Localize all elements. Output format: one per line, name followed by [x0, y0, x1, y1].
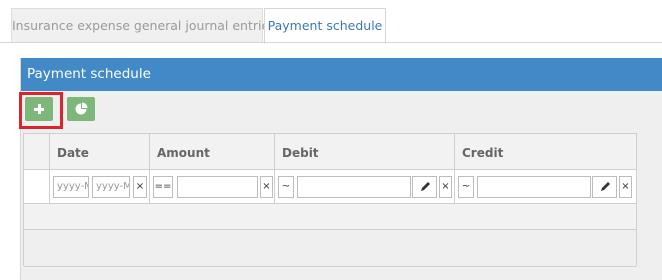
- amount-filter-input[interactable]: [177, 176, 258, 198]
- add-button[interactable]: [25, 97, 53, 121]
- pencil-icon: [601, 182, 610, 191]
- date-filter-cell: yyyy-MM-dd yyyy-MM-dd ×: [50, 170, 150, 204]
- pencil-icon: [421, 182, 430, 191]
- column-header-date[interactable]: Date: [50, 134, 150, 170]
- row-selector-filter: [24, 170, 50, 204]
- date-from-input[interactable]: yyyy-MM-dd: [53, 176, 89, 198]
- chart-button[interactable]: [67, 97, 95, 121]
- tab-bar: Insurance expense general journal entrie…: [0, 0, 662, 44]
- debit-clear-button[interactable]: ×: [439, 176, 452, 198]
- tab-insurance-expense-journal-entries[interactable]: Insurance expense general journal entrie…: [11, 8, 276, 43]
- debit-filter-input[interactable]: [297, 176, 411, 198]
- grid-header-row: Date Amount Debit Credit: [24, 134, 636, 170]
- column-header-amount[interactable]: Amount: [150, 134, 275, 170]
- date-clear-button[interactable]: ×: [133, 176, 147, 198]
- column-header-credit[interactable]: Credit: [455, 134, 636, 170]
- date-to-input[interactable]: yyyy-MM-dd: [92, 176, 130, 198]
- amount-clear-button[interactable]: ×: [260, 176, 273, 198]
- row-selector-header: [24, 134, 50, 170]
- payment-schedule-panel: Payment schedule Date Amount Debit Credi…: [19, 58, 662, 280]
- credit-filter-cell: ~ ×: [455, 170, 636, 204]
- credit-pick-button[interactable]: [592, 176, 617, 198]
- debit-pick-button[interactable]: [412, 176, 437, 198]
- tab-divider: [0, 42, 662, 43]
- credit-operator-button[interactable]: ~: [458, 176, 474, 198]
- payment-schedule-grid: Date Amount Debit Credit yyyy-MM-dd yyyy…: [23, 133, 637, 267]
- panel-title: Payment schedule: [21, 58, 662, 91]
- grid-empty-row: [24, 204, 636, 230]
- credit-clear-button[interactable]: ×: [619, 176, 632, 198]
- grid-filter-row: yyyy-MM-dd yyyy-MM-dd × == × ~ ×: [24, 170, 636, 204]
- amount-operator-button[interactable]: ==: [153, 176, 173, 198]
- debit-operator-button[interactable]: ~: [278, 176, 294, 198]
- debit-filter-cell: ~ ×: [275, 170, 455, 204]
- pie-chart-icon: [75, 102, 88, 115]
- tab-payment-schedule[interactable]: Payment schedule: [264, 8, 386, 44]
- credit-filter-input[interactable]: [477, 176, 591, 198]
- amount-filter-cell: == ×: [150, 170, 275, 204]
- column-header-debit[interactable]: Debit: [275, 134, 455, 170]
- grid-footer: [24, 230, 636, 267]
